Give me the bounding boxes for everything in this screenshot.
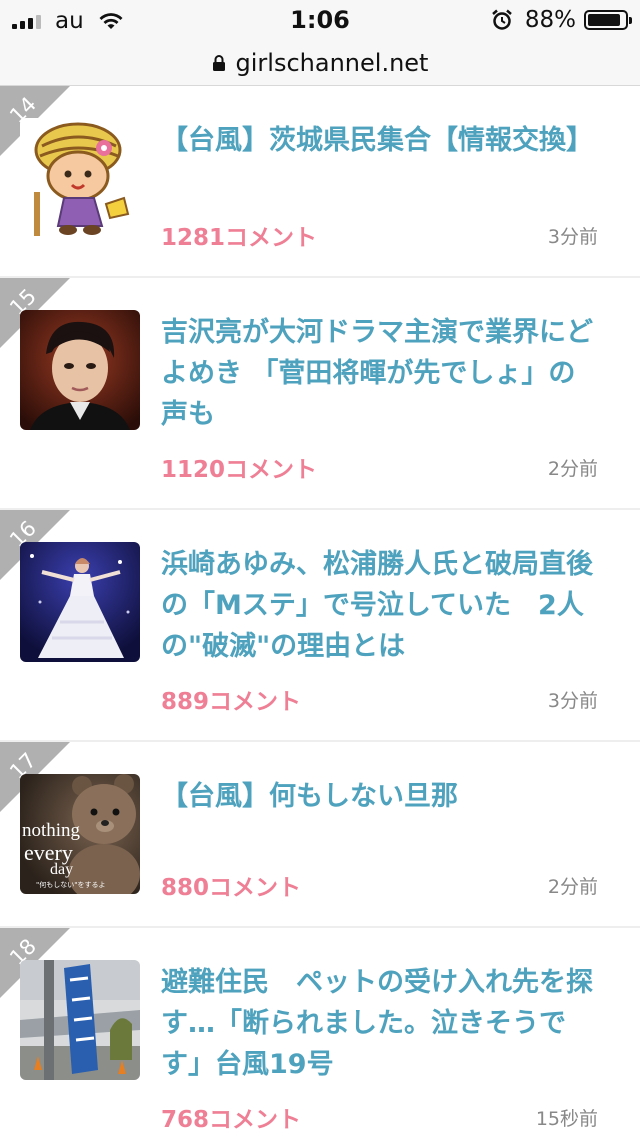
comment-count: 1281コメント (161, 225, 318, 251)
topic-title[interactable]: 【台風】何もしない旦那 (161, 776, 598, 817)
topic-title[interactable]: 【台風】茨城県民集合【情報交換】 (161, 120, 598, 161)
comment-count: 889コメント (161, 689, 302, 715)
posted-time: 2分前 (547, 876, 598, 898)
posted-time: 3分前 (547, 226, 598, 248)
topic-thumbnail[interactable] (20, 310, 140, 430)
topic-row[interactable]: 17 nothing every day "何もしない"をするよ 【台風】何もし… (0, 742, 640, 928)
topic-thumbnail[interactable] (20, 960, 140, 1080)
topic-thumbnail[interactable]: nothing every day "何もしない"をするよ (20, 774, 140, 894)
topic-row[interactable]: 16 浜崎あゆみ、松浦勝人氏と破局直後の「Mステ」で号泣していた 2人の"破滅"… (0, 510, 640, 742)
posted-time: 15秒前 (535, 1108, 598, 1130)
topic-title[interactable]: 吉沢亮が大河ドラマ主演で業界にどよめき 「菅田将暉が先でしょ」の声も (161, 312, 598, 435)
alarm-icon (492, 9, 512, 30)
topic-row[interactable]: 15 吉沢亮が大河ドラマ主演で業界にどよめき 「菅田将暉が先でしょ」の声も 11… (0, 278, 640, 510)
topic-row[interactable]: 18 避難住民 ペットの受け入れ先を探す…「断られました。泣きそうです」台風19… (0, 928, 640, 1136)
comment-count: 768コメント (161, 1107, 302, 1133)
battery-percentage: 88% (524, 7, 576, 33)
thumb-text-line1: nothing (22, 820, 81, 841)
thumb-caption: "何もしない"をするよ (36, 880, 105, 889)
posted-time: 3分前 (547, 690, 598, 712)
battery-icon (584, 10, 632, 30)
topic-thumbnail[interactable] (20, 118, 140, 238)
thumb-text-line3: day (50, 861, 73, 878)
topic-thumbnail[interactable] (20, 542, 140, 662)
comment-count: 880コメント (161, 875, 302, 901)
comment-count: 1120コメント (161, 457, 318, 483)
topic-title[interactable]: 浜崎あゆみ、松浦勝人氏と破局直後の「Mステ」で号泣していた 2人の"破滅"の理由… (161, 544, 598, 667)
topic-title[interactable]: 避難住民 ペットの受け入れ先を探す…「断られました。泣きそうです」台風19号 (161, 962, 598, 1085)
status-bar: au 1:06 88% (0, 0, 640, 40)
posted-time: 2分前 (547, 458, 598, 480)
lock-icon (212, 54, 225, 71)
topic-row[interactable]: 14 【台風】茨城県民集合【情報交換】 1281コメント 3分前 (0, 86, 640, 278)
url-text: girlschannel.net (235, 48, 429, 77)
address-bar[interactable]: girlschannel.net (0, 40, 640, 86)
